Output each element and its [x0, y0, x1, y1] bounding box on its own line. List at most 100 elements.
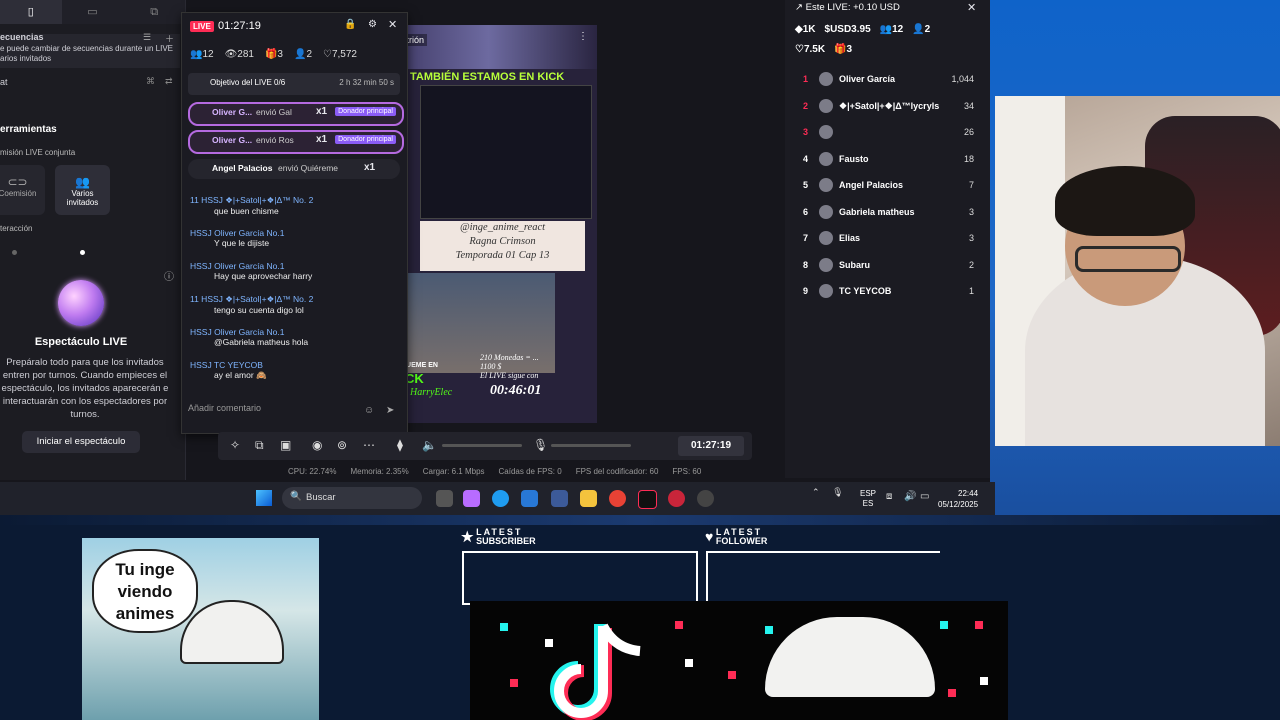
mixer-icon[interactable]: ⧫ [397, 438, 403, 452]
coins-line-2: 1100 $ [480, 362, 502, 371]
chat-text: Y que le dijiste [214, 238, 270, 248]
system-tray: ⌃ 🎙 [812, 487, 844, 498]
volume-slider[interactable] [442, 444, 522, 447]
camera-icon[interactable]: ⊚ [337, 438, 347, 452]
battery-icon[interactable]: ▭ [920, 491, 929, 502]
leaderboard-row[interactable]: 5 Angel Palacios 7 [795, 176, 980, 196]
live-chat-window: LIVE 01:27:19 🔒 ⚙ ✕ 👥12 👁281 🎁3 👤2 ♡7,57… [181, 12, 408, 434]
rank-number: 6 [803, 206, 809, 217]
gifter-name: Fausto [839, 153, 869, 164]
swap-icon[interactable]: ⇄ [165, 76, 173, 87]
leaderboard-row[interactable]: 6 Gabriela matheus 3 [795, 203, 980, 223]
network-icon[interactable]: ⧈ [886, 491, 892, 502]
show-description: Prepáralo todo para que los invitados en… [1, 357, 169, 420]
tooltip-text-2: arios invitados [0, 54, 52, 63]
confetti-dot [765, 626, 773, 634]
chrome-icon[interactable] [609, 490, 626, 507]
more-icon[interactable]: ⋯ [363, 438, 375, 452]
gear-icon[interactable]: ⚙ [368, 19, 377, 30]
tiktok-studio-icon[interactable] [668, 490, 685, 507]
gifter-score: 34 [963, 100, 974, 111]
rank-number: 2 [803, 100, 809, 111]
close-icon[interactable]: ✕ [388, 18, 397, 31]
live-goal[interactable]: Objetivo del LIVE 0/6 2 h 32 min 50 s [188, 73, 400, 95]
confetti-dot [545, 639, 553, 647]
windows-start-icon[interactable] [256, 490, 272, 506]
leaderboard-title: ↗ Este LIVE: +0.10 USD [795, 2, 900, 13]
cohost-option[interactable]: ⊂⊃ Coemisión [0, 165, 45, 215]
tab-portrait[interactable]: ▯ [0, 0, 62, 24]
leaderboard-row[interactable]: 4 Fausto 18 [795, 150, 980, 170]
start-show-button[interactable]: Iniciar el espectáculo [22, 431, 140, 453]
rank-number: 3 [803, 127, 809, 137]
emoji-icon[interactable]: ☺ [364, 405, 374, 416]
task-view-icon[interactable] [436, 490, 453, 507]
webcam-glasses [1075, 246, 1181, 272]
multi-guest-option[interactable]: 👥 Varios invitados [55, 165, 110, 215]
live-studio-panel: ▯ ▭ ⧉ ecuencias e puede cambiar de secue… [0, 0, 186, 480]
file-explorer-icon[interactable] [580, 490, 597, 507]
confetti-dot [980, 677, 988, 685]
comment-input[interactable]: Añadir comentario [188, 403, 388, 421]
leaderboard-row[interactable]: 7 Elias 3 [795, 229, 980, 249]
record-icon[interactable]: ◉ [312, 438, 322, 452]
copilot-icon[interactable] [463, 490, 480, 507]
tab-landscape[interactable]: ▭ [62, 0, 124, 24]
preview-more-icon[interactable]: ⋮ [578, 31, 588, 42]
webcam-feed [995, 96, 1280, 446]
cpu-stat: CPU: 22.74% [288, 467, 337, 476]
tab-split[interactable]: ⧉ [123, 0, 185, 24]
mic-tray-icon[interactable]: 🎙 [832, 487, 843, 497]
leaderboard-row[interactable]: 1 Oliver García 1,044 [795, 70, 980, 90]
leaderboard-row[interactable]: 3 26 [795, 123, 980, 143]
vscode-icon[interactable] [521, 490, 538, 507]
edge-icon[interactable] [492, 490, 509, 507]
media-player-icon[interactable] [697, 490, 714, 507]
mic-icon[interactable]: 🎙 [533, 438, 548, 452]
gifter-score: 18 [963, 153, 974, 164]
leaderboard-row[interactable]: 8 Subaru 2 [795, 256, 980, 276]
close-icon[interactable]: ✕ [967, 1, 976, 14]
anime-info-band: @inge_anime_react Ragna Crimson Temporad… [420, 221, 585, 271]
stream-countdown: 00:46:01 [490, 383, 542, 398]
avatar [819, 98, 833, 113]
chevron-up-icon[interactable]: ⌃ [812, 487, 820, 497]
leaderboard-row[interactable]: 9 TC YEYCOB 1 [795, 282, 980, 302]
gift-count: x1 [316, 106, 328, 117]
upload-stat: Cargar: 6.1 Mbps [422, 467, 485, 476]
language-indicator[interactable]: ESP ES [860, 489, 876, 509]
gifter-score: 2 [968, 259, 974, 270]
gift-notification: Oliver G... envió Gal x1 Donador princip… [188, 102, 404, 126]
chat-row[interactable]: at ⌘ ⇄ [0, 74, 180, 92]
chat-message: HSSJ Oliver García No.1 @Gabriela matheu… [190, 327, 390, 347]
chat-user: HSSJ Oliver García No.1 [190, 327, 285, 337]
taskbar-search[interactable]: 🔍 Buscar [282, 487, 422, 509]
speaker-icon[interactable]: 🔈 [422, 438, 437, 452]
leaderboard-row[interactable]: 2 ❖|+Satol|+❖|Δ™lycryls 34 [795, 97, 980, 117]
gifts-stat: 🎁3 [264, 49, 283, 60]
screen-icon[interactable]: ▣ [280, 438, 291, 452]
tiktok-icon[interactable] [638, 490, 657, 509]
help-icon[interactable]: ⓘ [164, 268, 174, 283]
latest-subscriber-box [462, 551, 698, 605]
pin-icon[interactable]: ⌘ [146, 76, 155, 87]
store-icon[interactable] [551, 490, 568, 507]
effects-icon[interactable]: ✧ [230, 438, 240, 452]
system-info: CPU: 22.74% Memoria: 2.35% Cargar: 6.1 M… [288, 467, 701, 476]
layout-icon[interactable]: ⧉ [255, 438, 264, 453]
coins-stat: ◆1K [795, 24, 816, 35]
volume-icon[interactable]: 🔊 [904, 491, 916, 502]
rank-number: 5 [803, 180, 809, 190]
taskbar-clock[interactable]: 22:44 05/12/2025 [938, 488, 978, 510]
add-icon[interactable]: ＋ [165, 32, 174, 45]
carousel-dot-active[interactable] [80, 250, 85, 255]
people-icon: 👥 [75, 175, 90, 189]
send-icon[interactable]: ➤ [386, 405, 394, 416]
menu-icon[interactable]: ☰ [143, 32, 151, 43]
gifter-score: 1,044 [951, 74, 974, 84]
lock-icon[interactable]: 🔒 [344, 19, 356, 30]
heart-icon: ♥ [705, 528, 714, 545]
carousel-dot[interactable] [12, 250, 17, 255]
gifter-score: 1 [968, 286, 974, 296]
mic-slider[interactable] [551, 444, 631, 447]
